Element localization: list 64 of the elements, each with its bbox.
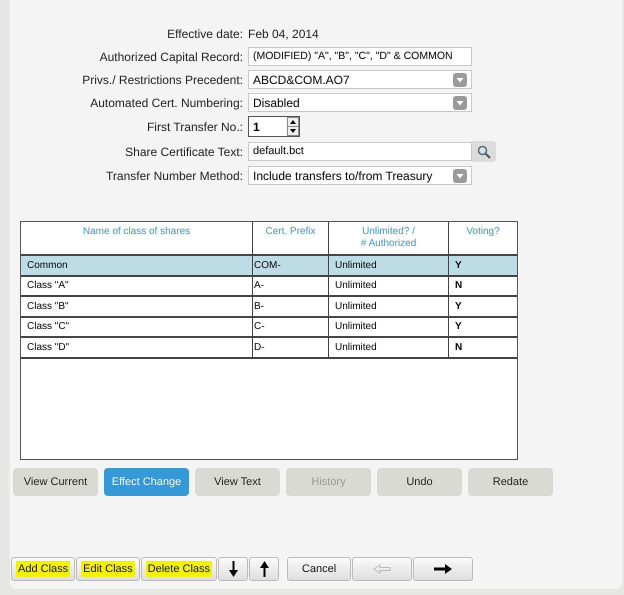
- action-button[interactable]: View Current: [13, 468, 98, 496]
- class-button[interactable]: Cancel: [287, 557, 352, 581]
- up-arrow-button[interactable]: [249, 557, 280, 581]
- table-cell: A-: [253, 276, 329, 295]
- table-cell: Unlimited: [329, 256, 449, 274]
- dropdown-field[interactable]: ABCD&COM.AO7: [248, 70, 472, 89]
- table-row[interactable]: Class "A" A- Unlimited N: [21, 276, 517, 297]
- table-row[interactable]: Class "D" D- Unlimited N: [21, 338, 517, 358]
- text-field[interactable]: (MODIFIED) "A", "B", "C", "D" & COMMON: [248, 47, 472, 66]
- dropdown-caret-icon[interactable]: [453, 168, 467, 182]
- table-cell: Class "C": [21, 318, 253, 336]
- table-cell: Class "A": [21, 276, 253, 295]
- effective-date-value: Feb 04, 2014: [248, 26, 319, 42]
- table-row[interactable]: Common COM- Unlimited Y: [21, 256, 517, 276]
- table-cell: Class "B": [21, 297, 253, 316]
- spinner-arrows-icon[interactable]: [287, 117, 299, 136]
- field-label: Automated Cert. Numbering:: [89, 94, 243, 112]
- table-cell-text: N: [454, 340, 464, 355]
- table-cell: Class "D": [21, 338, 253, 356]
- table-row[interactable]: Class "C" C- Unlimited Y: [21, 318, 517, 338]
- table-cell: C-: [253, 318, 329, 336]
- field-label: Share Certificate Text:: [124, 144, 243, 160]
- table-cell-text: Y: [454, 320, 463, 334]
- right-arrow-button[interactable]: [413, 557, 474, 581]
- class-button[interactable]: Edit Class: [76, 557, 140, 581]
- right-arrow-icon: [434, 564, 452, 574]
- left-arrow-icon: [373, 564, 392, 574]
- number-spinner[interactable]: 1: [248, 116, 300, 137]
- table-cell: B-: [253, 297, 329, 316]
- dropdown-caret-icon[interactable]: [453, 96, 467, 110]
- field-label: Transfer Number Method:: [105, 168, 243, 184]
- table-cell-text: N: [454, 279, 464, 294]
- spinner-value: 1: [253, 118, 260, 136]
- table-cell: D-: [253, 338, 329, 356]
- dropdown-value: Include transfers to/from Treasury: [253, 168, 432, 184]
- table-cell: Common: [21, 256, 253, 274]
- table-cell-text: Y: [454, 258, 463, 273]
- table-cell-text: Y: [454, 300, 463, 314]
- search-button[interactable]: [472, 141, 496, 162]
- table-cell: Unlimited: [329, 338, 449, 356]
- dropdown-field[interactable]: Disabled: [248, 93, 472, 112]
- table-cell: Unlimited: [329, 297, 449, 316]
- dropdown-value: ABCD&COM.AO7: [253, 72, 350, 88]
- field-label: First Transfer No.:: [146, 118, 243, 136]
- down-arrow-icon: [228, 561, 238, 577]
- action-button[interactable]: Redate: [468, 468, 553, 496]
- action-button[interactable]: View Text: [195, 468, 280, 496]
- class-button[interactable]: Delete Class: [140, 557, 218, 581]
- dropdown-field[interactable]: Include transfers to/from Treasury: [248, 166, 472, 185]
- dropdown-caret-icon[interactable]: [453, 72, 467, 86]
- action-button[interactable]: Undo: [377, 468, 462, 496]
- table-cell: Unlimited: [329, 318, 449, 336]
- field-label: Authorized Capital Record:: [98, 48, 243, 66]
- table-row[interactable]: Class "B" B- Unlimited Y: [21, 297, 517, 318]
- field-label: Effective date:: [166, 26, 243, 42]
- search-icon: [477, 144, 491, 158]
- table-cell: Unlimited: [329, 276, 449, 295]
- dropdown-value: Disabled: [253, 94, 300, 112]
- up-arrow-icon: [260, 561, 269, 577]
- class-button[interactable]: Add Class: [11, 557, 76, 581]
- down-arrow-button[interactable]: [218, 557, 248, 581]
- text-field[interactable]: default.bct: [248, 142, 472, 161]
- field-label: Privs./ Restrictions Precedent:: [81, 72, 243, 88]
- table-cell: COM-: [253, 256, 329, 274]
